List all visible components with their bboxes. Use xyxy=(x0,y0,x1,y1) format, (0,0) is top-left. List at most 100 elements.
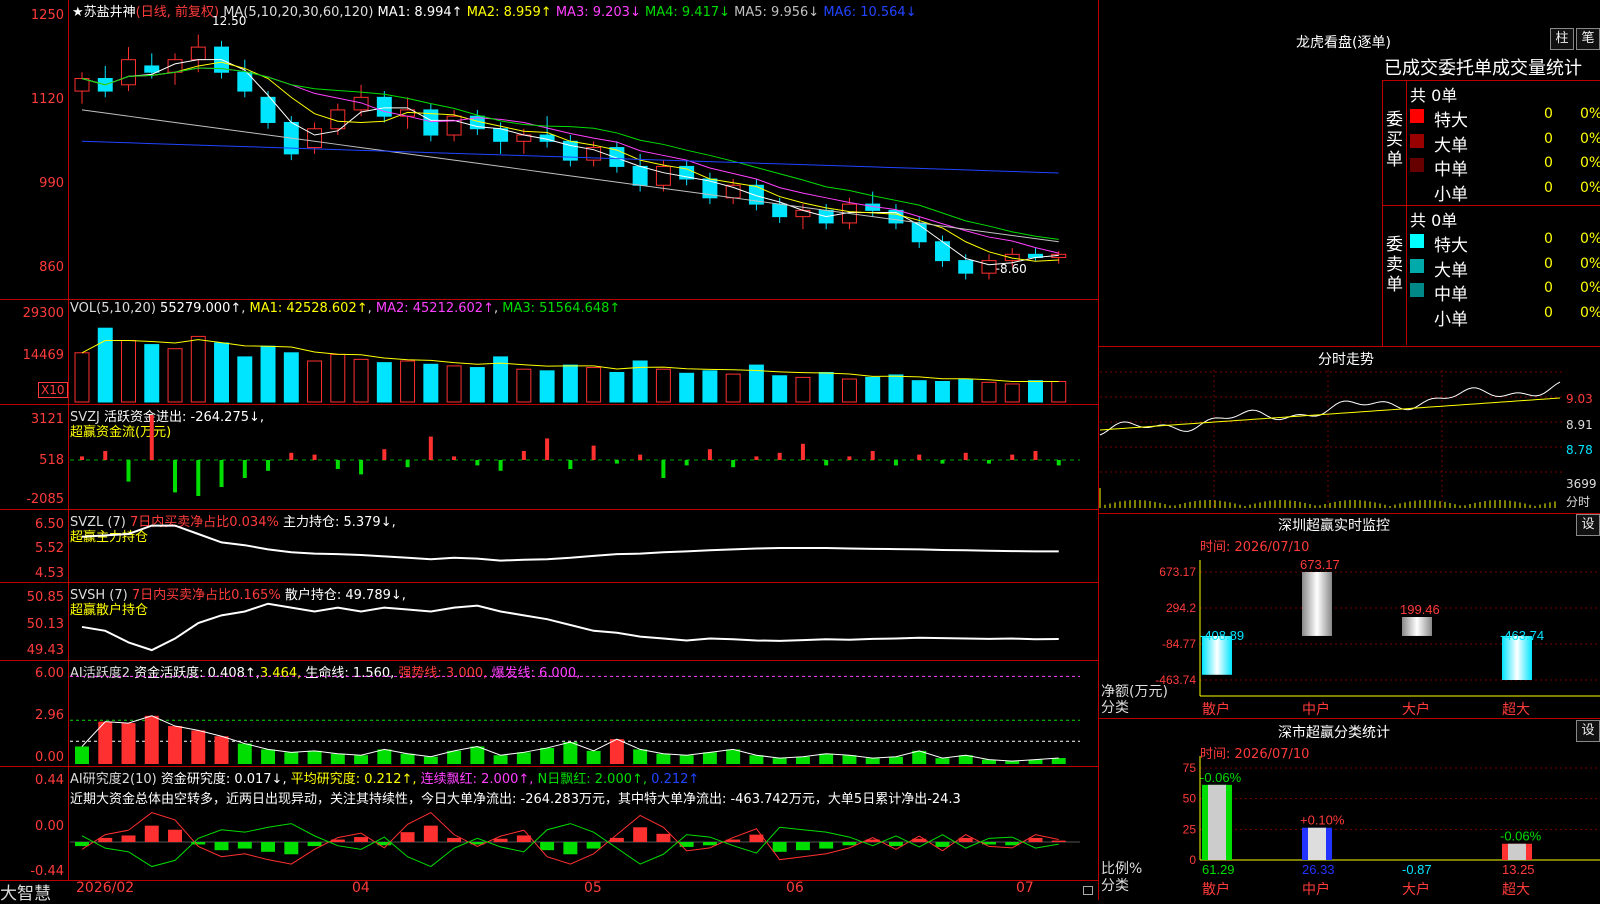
svzj-bar xyxy=(289,452,294,460)
bar-view-button[interactable]: 柱 xyxy=(1550,28,1574,50)
svzj-chart[interactable] xyxy=(70,415,1094,506)
xaxis-label-3: 05 xyxy=(584,880,602,896)
svzj-bar xyxy=(893,460,898,466)
volume-bar xyxy=(1004,383,1020,403)
activity-bar xyxy=(307,750,322,764)
research-bar xyxy=(935,842,950,847)
order-row: 大单 0 0% xyxy=(1410,131,1600,156)
svzj-bar xyxy=(545,438,550,460)
ai2-comment: 近期大资金总体由空转多，近两日出现异动，关注其持续性，今日大单净流出: -264… xyxy=(70,792,961,807)
candlestick-chart[interactable] xyxy=(70,22,1094,292)
sz-tick-label: 294.2 xyxy=(1166,601,1196,615)
buy-orders-label: 委买单 xyxy=(1386,110,1403,170)
sz-settings-button[interactable]: 设 xyxy=(1576,514,1600,536)
ma1-value: MA1: 8.994↑ xyxy=(377,5,463,20)
svsh-chart[interactable] xyxy=(70,596,1094,658)
activity-bar xyxy=(377,749,392,764)
research-bar xyxy=(842,842,857,846)
activity-bar xyxy=(609,739,624,764)
lock-icon[interactable] xyxy=(1083,886,1093,895)
svsh-ytick-3: 49.43 xyxy=(26,643,64,658)
candle-body xyxy=(934,241,950,262)
intraday-unit: 分时 xyxy=(1566,495,1591,509)
intraday-chart[interactable] xyxy=(1099,370,1564,510)
sz-tick-label: 673.17 xyxy=(1159,565,1196,579)
ai2-t1: 资金研究度: 0.017↓, xyxy=(160,772,287,787)
cls-category-label: 中户 xyxy=(1302,881,1330,897)
svzj-bar xyxy=(103,451,108,460)
vol-unit-badge: X10 xyxy=(38,382,68,398)
activity-bar xyxy=(261,749,276,764)
volume-bar xyxy=(981,381,997,403)
research-bar xyxy=(121,835,136,842)
volume-bar xyxy=(725,373,741,403)
svzj-bar xyxy=(568,460,573,469)
volume-bar xyxy=(121,340,136,403)
cls-ratio-label: 26.33 xyxy=(1302,862,1335,877)
ai-research-chart[interactable] xyxy=(70,806,1094,878)
ai1-ytick-3: 0.00 xyxy=(35,750,64,765)
ai2-t2: 平均研究度: 0.212↑, xyxy=(290,772,417,787)
ai1-ytick-2: 2.96 xyxy=(35,708,64,723)
volume-bar xyxy=(400,360,416,403)
svzj-bar xyxy=(917,454,922,460)
sz-value-label: -408.89 xyxy=(1200,628,1244,643)
cls-ratio-label: -0.87 xyxy=(1402,862,1432,877)
ai2-t5: 0.212↑ xyxy=(651,772,700,787)
sz-category-label: 散户 xyxy=(1202,701,1230,717)
cls-change-label: +0.10% xyxy=(1300,813,1345,828)
sz-category-label: 大户 xyxy=(1402,701,1430,717)
volume-bar xyxy=(911,380,927,403)
order-count: 0 xyxy=(1544,280,1553,296)
ai2-ytick-3: -0.44 xyxy=(30,864,64,879)
main-header: ★苏盐井神(日线, 前复权) MA(5,10,20,30,60,120) MA1… xyxy=(72,1,917,20)
cls-stats-chart[interactable]: 75 50 25 0 -0.06% 61.29 散户 +0.10% 26.33 中户 -0.87 大户… xyxy=(1100,756,1600,900)
svzj-bar xyxy=(359,460,364,475)
candle-body xyxy=(121,59,136,86)
sz-monitor-chart[interactable]: 673.17 294.2 -84.77 -463.74 -408.89 散户 673.17 中… xyxy=(1100,557,1600,720)
order-row: 特大 0 0% xyxy=(1410,231,1600,256)
cls-tick-label: 50 xyxy=(1183,792,1197,806)
sz-bar xyxy=(1402,616,1432,636)
svzj-bar xyxy=(382,449,387,460)
order-stats-divider xyxy=(1382,205,1600,206)
vol-ma3: MA3: 51564.648↑ xyxy=(502,301,621,316)
cls-settings-button[interactable]: 设 xyxy=(1576,720,1600,742)
svzj-bar xyxy=(149,415,154,460)
order-percent: 0% xyxy=(1580,280,1600,296)
cls-category-label: 散户 xyxy=(1202,881,1230,897)
svzj-bar xyxy=(196,460,201,496)
svzl-ytick-2: 5.52 xyxy=(35,541,64,556)
activity-bar xyxy=(423,756,438,764)
ma4-value: MA4: 9.417↓ xyxy=(645,5,731,20)
stock-title[interactable]: ★苏盐井神 xyxy=(72,5,136,20)
intraday-tick-2: 8.91 xyxy=(1566,418,1593,432)
svzj-bar xyxy=(242,460,247,478)
intraday-tick-1: 9.03 xyxy=(1566,392,1593,406)
activity-bar xyxy=(540,747,555,764)
cls-bar xyxy=(1208,784,1226,860)
volume-bar xyxy=(74,352,90,403)
ai2-t3: 连续飘红: 2.000↑, xyxy=(420,772,534,787)
volume-chart[interactable] xyxy=(70,320,1094,403)
intraday-tick-4: 3699 xyxy=(1566,477,1597,491)
svzl-chart[interactable] xyxy=(70,520,1094,580)
volume-bar xyxy=(283,352,299,403)
volume-bar xyxy=(1028,380,1043,403)
volume-bar xyxy=(586,367,602,403)
tick-view-button[interactable]: 笔 xyxy=(1576,28,1600,50)
svzj-bar xyxy=(80,456,84,460)
order-stats-col-divider xyxy=(1406,80,1407,345)
svzj-bar xyxy=(963,452,968,460)
svzl-ytick-1: 6.50 xyxy=(35,517,64,532)
activity-bar xyxy=(400,753,415,764)
order-count: 0 xyxy=(1544,155,1553,171)
order-color-swatch xyxy=(1410,158,1424,172)
activity-bar xyxy=(563,742,578,764)
activity-bar xyxy=(726,749,741,764)
ai-activity-chart[interactable] xyxy=(70,672,1094,764)
candle-body xyxy=(74,78,90,92)
activity-bar xyxy=(656,753,671,764)
svzj-bar xyxy=(800,443,805,460)
candle-body xyxy=(144,65,160,73)
